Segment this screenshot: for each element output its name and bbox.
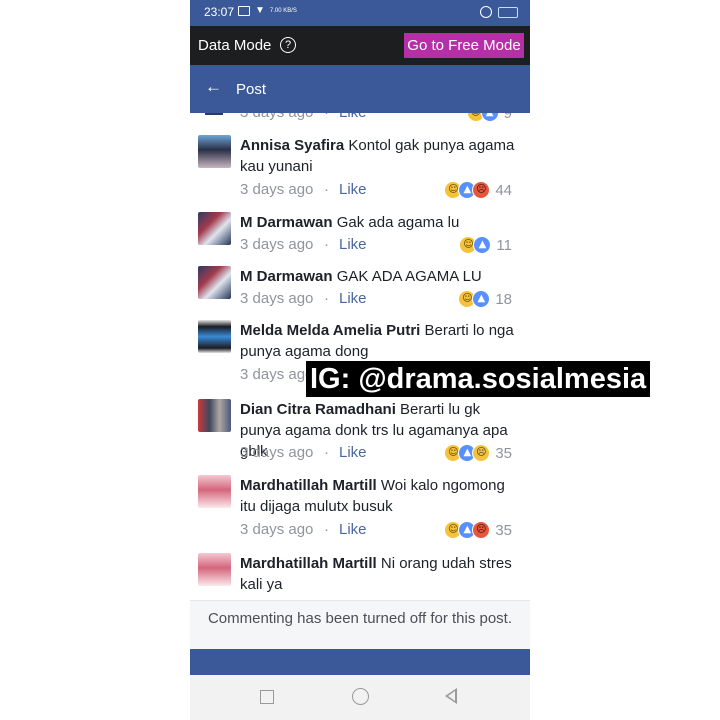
comment-text: Mardhatillah Martill Woi kalo ngomong it… xyxy=(240,475,522,517)
status-bar: 23:07 ▼ 7.00 KB/S xyxy=(190,0,530,26)
like-reaction-icon: ▲ xyxy=(472,290,491,308)
comment-author[interactable]: Annisa Syafira xyxy=(240,137,344,154)
like-link[interactable]: Like xyxy=(339,113,367,124)
avatar[interactable] xyxy=(198,475,231,508)
meta-separator: · xyxy=(324,113,329,124)
like-link[interactable]: Like xyxy=(339,179,367,201)
reaction-summary[interactable]: ☺ ▲ ☹ 35 xyxy=(444,444,512,462)
avatar[interactable] xyxy=(198,553,231,586)
avatar[interactable] xyxy=(198,212,231,245)
commenting-off-notice: Commenting has been turned off for this … xyxy=(190,600,530,650)
comment-meta: 3 days ago · Like ☺ ▲ 18 xyxy=(240,288,522,310)
meta-separator: · xyxy=(324,181,329,198)
phone-screen: 23:07 ▼ 7.00 KB/S Data Mode ? Go to Free… xyxy=(190,0,530,720)
avatar[interactable] xyxy=(198,320,231,353)
alarm-icon xyxy=(480,6,492,18)
comment-time: 3 days ago xyxy=(240,444,314,461)
meta-separator: · xyxy=(324,521,329,538)
status-right xyxy=(480,6,518,18)
like-link[interactable]: Like xyxy=(339,442,367,464)
comment-author[interactable]: M Darmawan xyxy=(240,214,333,231)
status-icons: ▼ 7.00 KB/S xyxy=(238,6,297,16)
reaction-summary[interactable]: ☺ ▲ ☹ 35 xyxy=(444,521,512,539)
comment-text: Mardhatillah Martill Ni orang udah stres… xyxy=(240,553,522,595)
comment-author[interactable]: Dian Citra Ramadhani xyxy=(240,401,396,418)
avatar[interactable] xyxy=(198,266,231,299)
watermark: IG: @drama.sosialmesia xyxy=(306,361,651,397)
avatar[interactable] xyxy=(198,399,231,432)
meta-separator: · xyxy=(324,290,329,307)
recent-apps-icon[interactable] xyxy=(260,690,274,704)
comment-meta: 3 days ago · Like ☺ ▲ ☹ 44 xyxy=(240,179,522,201)
comment-time: 3 days ago xyxy=(240,521,314,538)
help-icon[interactable]: ? xyxy=(280,37,296,53)
meta-separator: · xyxy=(324,236,329,253)
back-arrow-icon[interactable]: ← xyxy=(205,77,222,97)
comment-time: 3 days ago xyxy=(240,181,314,198)
battery-icon xyxy=(498,6,518,18)
comment-time: 3 days ago xyxy=(240,113,313,124)
data-mode-label: Data Mode xyxy=(198,37,272,54)
comment-time: 3 days ago xyxy=(240,366,314,383)
home-icon[interactable] xyxy=(352,688,369,705)
android-nav-bar xyxy=(190,675,530,720)
network-speed: 7.00 KB/S xyxy=(269,8,297,14)
avatar[interactable] xyxy=(198,135,231,168)
sad-reaction-icon: ☹ xyxy=(472,444,491,462)
angry-reaction-icon: ☹ xyxy=(472,181,491,199)
comment-text: M Darmawan GAK ADA AGAMA LU xyxy=(240,266,522,287)
reaction-count: 18 xyxy=(495,290,512,308)
wifi-icon: ▼ xyxy=(255,5,265,16)
meta-separator: · xyxy=(324,444,329,461)
page-title: Post xyxy=(236,81,267,98)
comment-text: Annisa Syafira Kontol gak punya agama ka… xyxy=(240,135,522,177)
comment-meta: 3 days ago · Like ☺ ▲ ☹ 35 xyxy=(240,519,522,541)
comment-meta: 3 days ago · Like ☺ ▲ 11 xyxy=(240,234,522,256)
post-header: ← Post xyxy=(190,65,530,113)
like-reaction-icon: ▲ xyxy=(473,236,492,254)
reaction-summary[interactable]: ☺ ▲ 18 xyxy=(458,290,512,308)
comment-text: M Darmawan Gak ada agama lu xyxy=(240,212,522,233)
notification-icon xyxy=(238,6,250,16)
reaction-summary[interactable]: ☺ ▲ 9 xyxy=(466,113,512,122)
like-link[interactable]: Like xyxy=(339,519,367,541)
like-link[interactable]: Like xyxy=(339,288,367,310)
comment-meta: 3 days ago · Like ☺ ▲ 9 xyxy=(240,113,522,124)
comment-time: 3 days ago xyxy=(240,236,314,253)
avatar xyxy=(205,113,223,115)
comments-list: 3 days ago · Like ☺ ▲ 9 Annisa Syafira K… xyxy=(190,113,530,600)
comment-body: Gak ada agama lu xyxy=(336,214,460,231)
comment-body: GAK ADA AGAMA LU xyxy=(336,268,482,285)
comment-text: Melda Melda Amelia Putri Berarti lo nga … xyxy=(240,320,522,362)
reaction-count: 44 xyxy=(495,181,512,199)
comment-author[interactable]: Mardhatillah Martill xyxy=(240,555,377,572)
back-triangle-inner xyxy=(448,691,455,701)
comment-time: 3 days ago xyxy=(240,290,314,307)
reaction-count: 35 xyxy=(495,521,512,539)
data-mode-bar: Data Mode ? Go to Free Mode xyxy=(190,26,530,65)
reaction-summary[interactable]: ☺ ▲ 11 xyxy=(459,236,512,254)
reaction-count: 11 xyxy=(496,236,512,254)
comment-author[interactable]: Melda Melda Amelia Putri xyxy=(240,322,420,339)
like-link[interactable]: Like xyxy=(339,234,367,256)
angry-reaction-icon: ☹ xyxy=(472,521,491,539)
status-time: 23:07 xyxy=(204,5,235,19)
reaction-count: 35 xyxy=(495,444,512,462)
reaction-summary[interactable]: ☺ ▲ ☹ 44 xyxy=(444,181,512,199)
comment-author[interactable]: Mardhatillah Martill xyxy=(240,477,377,494)
reaction-count: 9 xyxy=(503,113,512,122)
go-to-free-mode-button[interactable]: Go to Free Mode xyxy=(404,33,524,58)
comment-meta: 3 days ago · Like ☺ ▲ ☹ 35 xyxy=(240,442,522,464)
bottom-blue-bar xyxy=(190,649,530,675)
comment-author[interactable]: M Darmawan xyxy=(240,268,333,285)
like-reaction-icon: ▲ xyxy=(480,113,499,122)
